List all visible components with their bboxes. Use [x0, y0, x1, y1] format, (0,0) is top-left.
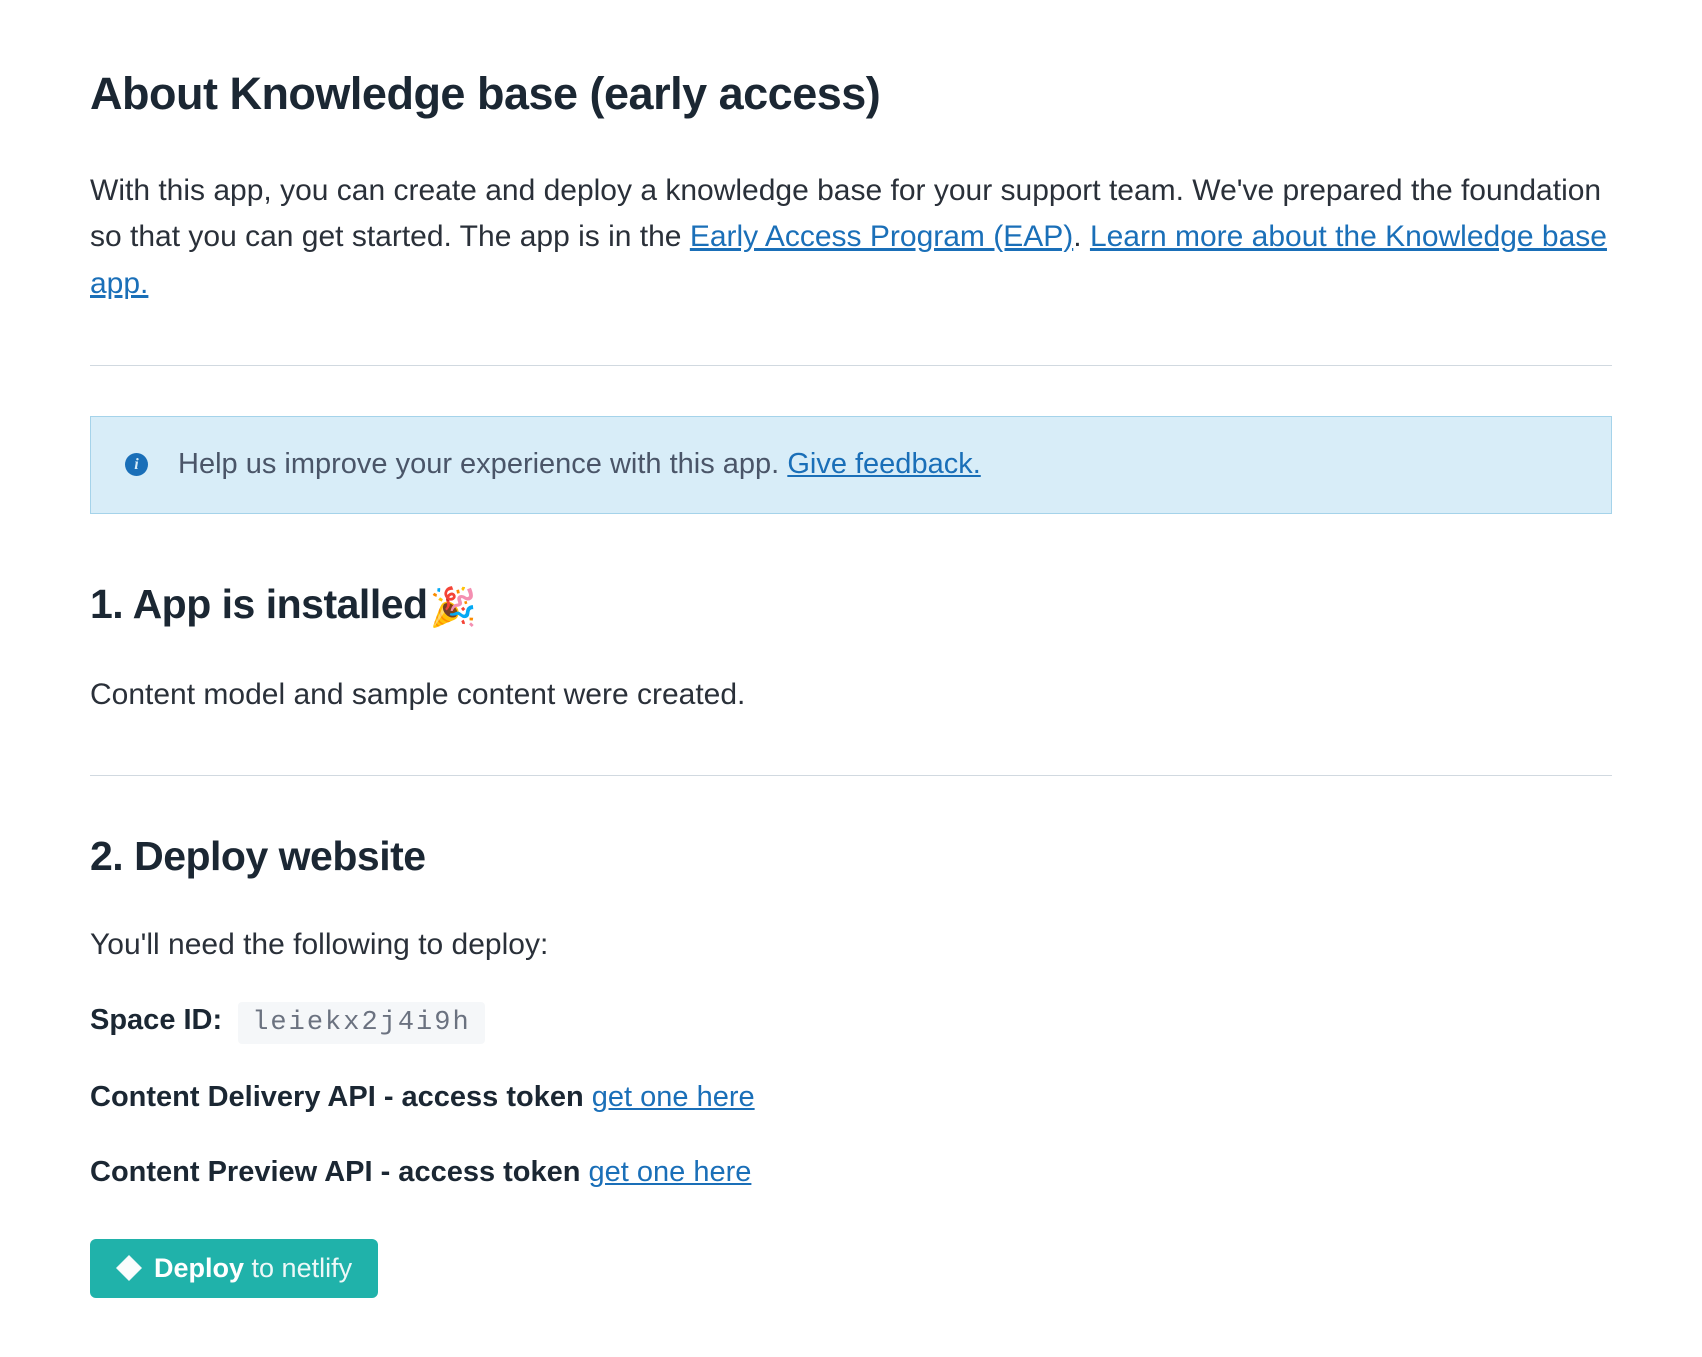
intro-separator: . — [1073, 220, 1090, 253]
give-feedback-link[interactable]: Give feedback. — [787, 448, 980, 480]
deploy-button-light: to netlify — [244, 1253, 352, 1283]
delivery-token-label: Content Delivery API - access token — [90, 1081, 592, 1113]
eap-link[interactable]: Early Access Program (EAP) — [690, 220, 1073, 253]
preview-token-row: Content Preview API - access token get o… — [90, 1151, 1612, 1195]
delivery-token-link[interactable]: get one here — [592, 1081, 755, 1113]
party-popper-icon: 🎉 — [430, 587, 477, 629]
banner-text: Help us improve your experience with thi… — [178, 443, 981, 487]
deploy-button-bold: Deploy — [154, 1253, 244, 1283]
step-1-text: Content model and sample content were cr… — [90, 672, 1612, 717]
space-id-row: Space ID: leiekx2j4i9h — [90, 999, 1612, 1044]
banner-prefix: Help us improve your experience with thi… — [178, 448, 787, 480]
netlify-icon — [116, 1255, 142, 1281]
step-1-heading-text: 1. App is installed — [90, 581, 428, 627]
step-1-heading: 1. App is installed🎉 — [90, 574, 1612, 637]
space-id-value: leiekx2j4i9h — [238, 1002, 484, 1044]
divider — [90, 775, 1612, 776]
step-2-heading: 2. Deploy website — [90, 826, 1612, 888]
preview-token-link[interactable]: get one here — [589, 1156, 752, 1188]
intro-paragraph: With this app, you can create and deploy… — [90, 168, 1612, 308]
page-title: About Knowledge base (early access) — [90, 60, 1612, 128]
divider — [90, 365, 1612, 366]
deploy-to-netlify-button[interactable]: Deploy to netlify — [90, 1239, 378, 1298]
delivery-token-row: Content Delivery API - access token get … — [90, 1076, 1612, 1120]
feedback-banner: i Help us improve your experience with t… — [90, 416, 1612, 514]
preview-token-label: Content Preview API - access token — [90, 1156, 589, 1188]
step-2-intro: You'll need the following to deploy: — [90, 922, 1612, 967]
space-id-label: Space ID: — [90, 1004, 222, 1036]
info-icon: i — [125, 453, 148, 476]
